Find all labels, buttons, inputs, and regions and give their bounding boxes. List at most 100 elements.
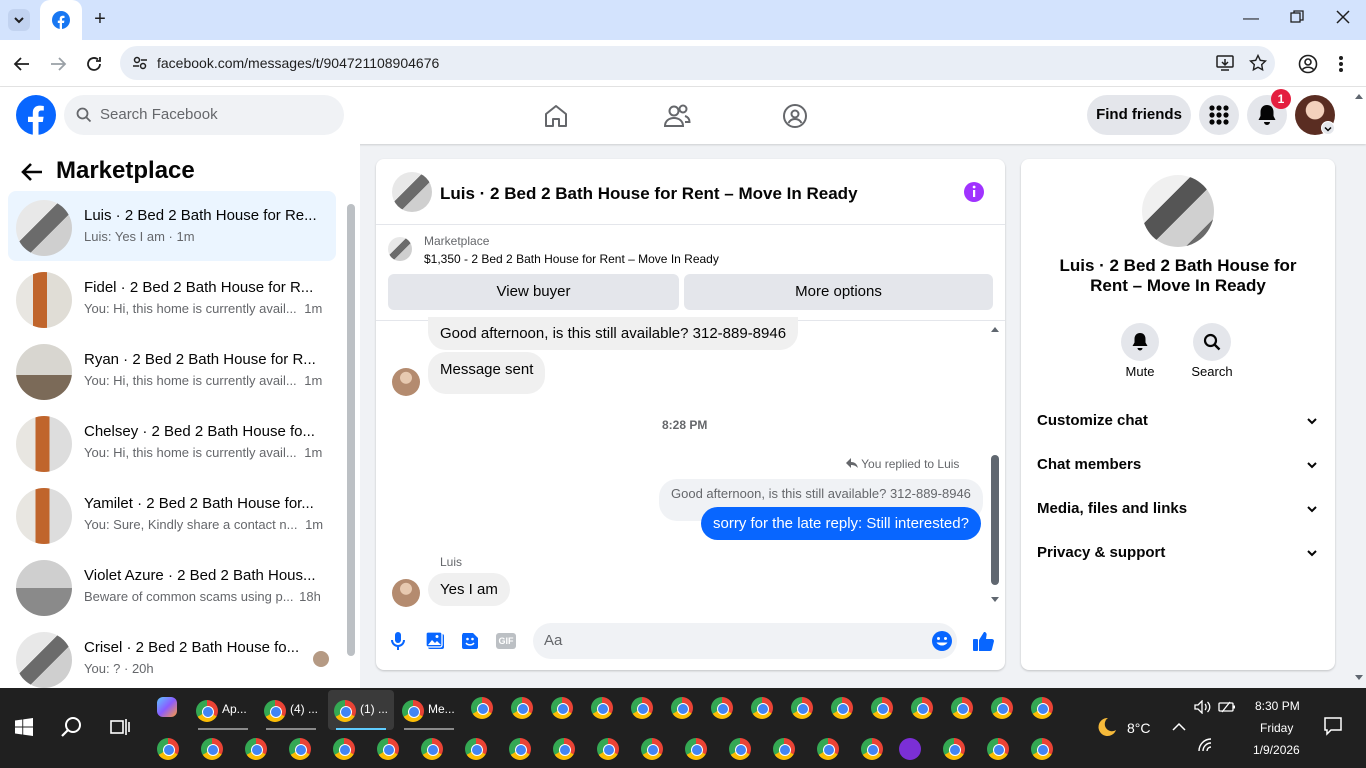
address-bar[interactable]: facebook.com/messages/t/904721108904676 bbox=[120, 46, 1275, 80]
forward-arrow-icon[interactable] bbox=[49, 55, 67, 73]
conversation-item[interactable]: Chelsey · 2 Bed 2 Bath House fo... You: … bbox=[8, 407, 336, 477]
message-composer-input[interactable]: Aa bbox=[533, 623, 957, 659]
mute-button[interactable] bbox=[1121, 323, 1159, 361]
page-scroll-up-icon[interactable] bbox=[1354, 92, 1364, 100]
chrome-icon[interactable] bbox=[911, 697, 933, 719]
incognito-icon[interactable] bbox=[899, 738, 921, 760]
media-files-links-section[interactable]: Media, files and links bbox=[1037, 500, 1319, 524]
message-bubble[interactable]: Good afternoon, is this still available?… bbox=[428, 317, 799, 350]
gif-icon[interactable]: GIF bbox=[496, 633, 516, 649]
conversation-item[interactable]: Yamilet · 2 Bed 2 Bath House for... You:… bbox=[8, 479, 336, 549]
conversation-item[interactable]: Ryan · 2 Bed 2 Bath House for R... You: … bbox=[8, 335, 336, 405]
taskbar-app[interactable]: (4) ... bbox=[260, 696, 324, 730]
chrome-icon[interactable] bbox=[831, 697, 853, 719]
notification-center-icon[interactable] bbox=[1323, 716, 1343, 736]
like-thumb-icon[interactable] bbox=[972, 630, 994, 652]
friends-icon[interactable] bbox=[663, 103, 691, 129]
wifi-icon[interactable] bbox=[1198, 738, 1214, 752]
chrome-icon[interactable] bbox=[1031, 697, 1053, 719]
more-options-button[interactable]: More options bbox=[684, 274, 993, 310]
install-app-icon[interactable] bbox=[1216, 54, 1234, 72]
chrome-icon[interactable] bbox=[671, 697, 693, 719]
microphone-icon[interactable] bbox=[390, 631, 406, 651]
facebook-search-input[interactable]: Search Facebook bbox=[64, 95, 344, 135]
chat-scrollbar[interactable] bbox=[991, 455, 999, 585]
chrome-icon[interactable] bbox=[951, 697, 973, 719]
chrome-icon[interactable] bbox=[751, 697, 773, 719]
scroll-down-icon[interactable] bbox=[990, 596, 1000, 604]
chrome-icon[interactable] bbox=[377, 738, 399, 760]
customize-chat-section[interactable]: Customize chat bbox=[1037, 412, 1319, 436]
conversation-item[interactable]: Crisel · 2 Bed 2 Bath House fo... You: ?… bbox=[8, 623, 336, 693]
facebook-logo-icon[interactable] bbox=[16, 95, 56, 135]
chat-title[interactable]: Luis · 2 Bed 2 Bath House for Rent – Mov… bbox=[440, 184, 858, 204]
message-bubble[interactable]: Message sent bbox=[428, 352, 546, 394]
search-conversation-button[interactable] bbox=[1193, 323, 1231, 361]
chrome-icon[interactable] bbox=[729, 738, 751, 760]
emoji-icon[interactable] bbox=[931, 630, 953, 652]
windows-start-icon[interactable] bbox=[15, 718, 33, 736]
tab-search-button[interactable] bbox=[8, 9, 30, 31]
tray-chevron-up-icon[interactable] bbox=[1172, 722, 1186, 732]
chrome-icon[interactable] bbox=[333, 738, 355, 760]
info-icon[interactable] bbox=[963, 181, 985, 203]
chrome-icon[interactable] bbox=[471, 697, 493, 719]
notifications-button[interactable]: 1 bbox=[1247, 89, 1291, 135]
scroll-up-icon[interactable] bbox=[990, 325, 1000, 333]
browser-menu-icon[interactable] bbox=[1338, 54, 1344, 74]
chrome-icon[interactable] bbox=[987, 738, 1009, 760]
view-buyer-button[interactable]: View buyer bbox=[388, 274, 679, 310]
menu-button[interactable] bbox=[1199, 95, 1239, 135]
chrome-icon[interactable] bbox=[421, 738, 443, 760]
chrome-icon[interactable] bbox=[1031, 738, 1053, 760]
taskbar-search-icon[interactable] bbox=[61, 716, 83, 738]
new-tab-button[interactable]: + bbox=[90, 9, 110, 30]
chrome-icon[interactable] bbox=[711, 697, 733, 719]
chat-members-section[interactable]: Chat members bbox=[1037, 456, 1319, 480]
chrome-icon[interactable] bbox=[509, 738, 531, 760]
taskbar-app[interactable]: Ap... bbox=[192, 696, 254, 730]
chrome-icon[interactable] bbox=[551, 697, 573, 719]
sidebar-scrollbar[interactable] bbox=[347, 204, 355, 656]
chrome-icon[interactable] bbox=[465, 738, 487, 760]
task-view-icon[interactable] bbox=[110, 717, 130, 737]
chrome-icon[interactable] bbox=[641, 738, 663, 760]
close-window-icon[interactable] bbox=[1333, 10, 1353, 29]
browser-tab-facebook[interactable] bbox=[40, 0, 82, 40]
home-icon[interactable] bbox=[543, 103, 569, 129]
copilot-icon[interactable] bbox=[157, 697, 177, 717]
message-bubble[interactable]: Yes I am bbox=[428, 573, 510, 606]
site-settings-icon[interactable] bbox=[132, 55, 148, 71]
conversation-item[interactable]: Violet Azure · 2 Bed 2 Bath Hous... Bewa… bbox=[8, 551, 336, 621]
chrome-icon[interactable] bbox=[511, 697, 533, 719]
back-arrow-icon[interactable] bbox=[21, 162, 43, 182]
chrome-icon[interactable] bbox=[773, 738, 795, 760]
chrome-icon[interactable] bbox=[991, 697, 1013, 719]
restore-icon[interactable] bbox=[1287, 10, 1307, 29]
reload-icon[interactable] bbox=[85, 55, 103, 73]
taskbar-app-active[interactable]: (1) ... bbox=[328, 690, 394, 730]
chrome-icon[interactable] bbox=[201, 738, 223, 760]
chrome-icon[interactable] bbox=[861, 738, 883, 760]
chrome-icon[interactable] bbox=[245, 738, 267, 760]
account-chevron-icon[interactable] bbox=[1321, 121, 1335, 135]
sticker-icon[interactable] bbox=[460, 631, 480, 651]
chrome-icon[interactable] bbox=[553, 738, 575, 760]
chrome-icon[interactable] bbox=[591, 697, 613, 719]
taskbar-app[interactable]: Me... bbox=[398, 696, 460, 730]
minimize-icon[interactable]: — bbox=[1241, 10, 1261, 28]
chrome-icon[interactable] bbox=[157, 738, 179, 760]
reply-message-bubble[interactable]: sorry for the late reply: Still interest… bbox=[701, 507, 981, 540]
chrome-icon[interactable] bbox=[943, 738, 965, 760]
weather-moon-icon[interactable] bbox=[1094, 716, 1118, 738]
chrome-icon[interactable] bbox=[871, 697, 893, 719]
chrome-icon[interactable] bbox=[597, 738, 619, 760]
profile-icon[interactable] bbox=[1298, 54, 1318, 74]
find-friends-button[interactable]: Find friends bbox=[1087, 95, 1191, 135]
photo-icon[interactable] bbox=[425, 631, 445, 651]
chrome-icon[interactable] bbox=[685, 738, 707, 760]
volume-icon[interactable] bbox=[1194, 700, 1212, 714]
chrome-icon[interactable] bbox=[631, 697, 653, 719]
page-scroll-down-icon[interactable] bbox=[1354, 674, 1364, 682]
back-arrow-icon[interactable] bbox=[13, 55, 31, 73]
